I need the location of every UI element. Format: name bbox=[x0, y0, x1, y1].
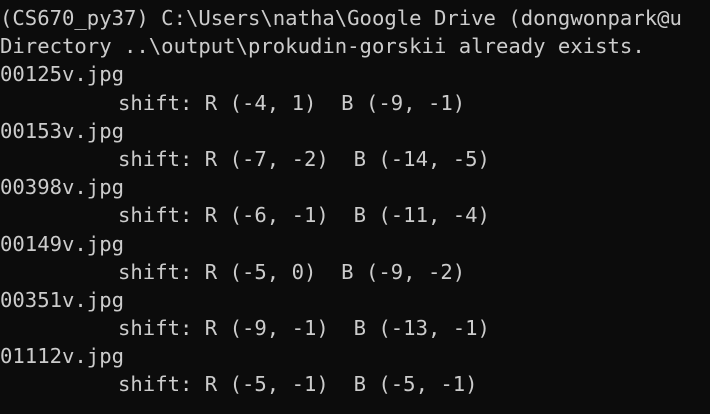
output-shift-line: shift: R (-4, 1) B (-9, -1) bbox=[118, 90, 466, 115]
output-filename: 00351v.jpg bbox=[0, 287, 124, 312]
output-shift-line: shift: R (-9, -1) B (-13, -1) bbox=[118, 316, 490, 341]
output-shift-line: shift: R (-5, -1) B (-5, -1) bbox=[118, 372, 478, 397]
output-filename: 00398v.jpg bbox=[0, 175, 124, 200]
directory-exists-message: Directory ..\output\prokudin-gorskii alr… bbox=[0, 34, 645, 59]
output-shift-line: shift: R (-5, 0) B (-9, -2) bbox=[118, 259, 466, 284]
output-shift-line: shift: R (-6, -1) B (-11, -4) bbox=[118, 203, 490, 228]
command-prompt-line: (CS670_py37) C:\Users\natha\Google Drive… bbox=[0, 6, 682, 30]
output-filename: 00125v.jpg bbox=[0, 62, 124, 87]
output-filename: 00149v.jpg bbox=[0, 231, 124, 256]
terminal-window[interactable]: (CS670_py37) C:\Users\natha\Google Drive… bbox=[0, 0, 710, 414]
output-shift-line: shift: R (-7, -2) B (-14, -5) bbox=[118, 146, 490, 171]
output-filename: 00153v.jpg bbox=[0, 118, 124, 143]
output-filename: 01112v.jpg bbox=[0, 344, 124, 369]
